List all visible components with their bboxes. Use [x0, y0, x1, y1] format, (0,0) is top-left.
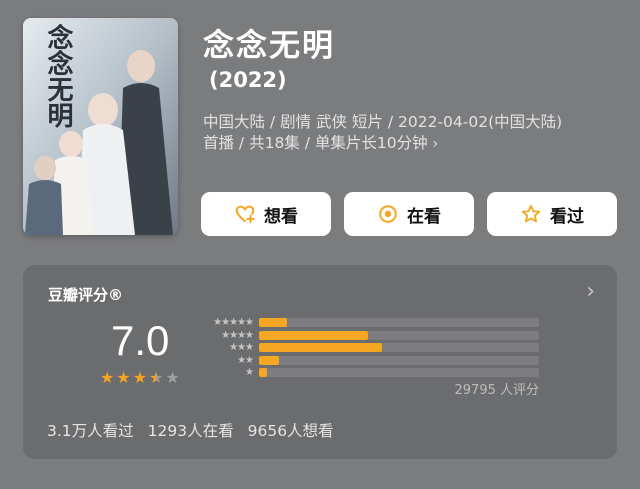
rating-distribution: ★★★★★ ★★★★ ★★★ ★★ ★	[198, 317, 543, 380]
poster-title-text: 念念无明	[43, 24, 73, 128]
rating-star-icon: ★	[116, 368, 131, 387]
poster-image[interactable]: 念念无明	[23, 18, 178, 235]
distribution-track	[259, 355, 539, 365]
rating-stars: ★ ★ ★ ★ ★	[100, 370, 180, 386]
watching-count: 1293人在看	[147, 422, 234, 440]
distribution-bar	[259, 368, 268, 377]
rating-count: 29795 人评分	[454, 383, 540, 398]
distribution-stars-label: ★	[245, 367, 254, 378]
watched-button[interactable]: 看过	[487, 192, 617, 236]
page-title: 念念无明	[203, 28, 335, 64]
distribution-bar	[259, 318, 287, 327]
distribution-stars-label: ★★★	[229, 342, 254, 353]
watching-circle-icon	[379, 205, 397, 223]
meta-line-2: 首播 / 共18集 / 单集片长10分钟	[203, 134, 428, 152]
rating-score: 7.0	[111, 317, 170, 364]
rating-panel[interactable]: 豆瓣评分® › 7.0 ★ ★ ★ ★ ★ ★★★★★ ★★★★ ★★★ ★★ ★ 29795 …	[23, 265, 617, 459]
distribution-row: ★★★★★	[198, 317, 543, 330]
audience-stats: 3.1万人看过 1293人在看 9656人想看	[47, 419, 334, 441]
want-to-watch-label: 想看	[264, 206, 298, 227]
want-count: 9656人想看	[247, 422, 334, 440]
want-to-watch-button[interactable]: 想看	[201, 192, 331, 236]
rating-star-icon: ★	[100, 368, 115, 387]
distribution-track	[259, 343, 539, 352]
heart-plus-icon	[235, 205, 255, 224]
distribution-track	[259, 330, 539, 340]
distribution-track	[259, 318, 539, 327]
star-outline-icon	[521, 204, 541, 223]
meta-line-1: 中国大陆 / 剧情 武侠 短片 / 2022-04-02(中国大陆)	[203, 113, 563, 131]
watched-count: 3.1万人看过	[47, 422, 134, 440]
distribution-bar	[259, 343, 383, 352]
distribution-row: ★★★	[198, 342, 543, 355]
release-year: (2022)	[209, 68, 287, 92]
distribution-row: ★	[198, 367, 543, 380]
distribution-stars-label: ★★	[237, 354, 254, 366]
watched-label: 看过	[550, 206, 584, 227]
distribution-stars-label: ★★★★★	[213, 317, 254, 328]
movie-meta[interactable]: 中国大陆 / 剧情 武侠 短片 / 2022-04-02(中国大陆) 首播 / …	[203, 112, 623, 155]
distribution-bar	[259, 330, 369, 340]
distribution-row: ★★	[198, 355, 543, 368]
distribution-row: ★★★★	[198, 330, 543, 343]
rating-star-icon: ★	[149, 368, 164, 387]
rating-panel-title: 豆瓣评分®	[48, 286, 124, 304]
chevron-right-icon: ›	[432, 136, 439, 152]
rating-star-icon: ★	[165, 368, 180, 387]
distribution-track	[259, 368, 539, 377]
distribution-bar	[259, 355, 279, 365]
watching-label: 在看	[407, 206, 441, 227]
rating-star-icon: ★	[132, 368, 148, 387]
watching-button[interactable]: 在看	[344, 192, 474, 236]
chevron-right-icon[interactable]: ›	[586, 279, 595, 304]
distribution-stars-label: ★★★★	[221, 329, 254, 341]
